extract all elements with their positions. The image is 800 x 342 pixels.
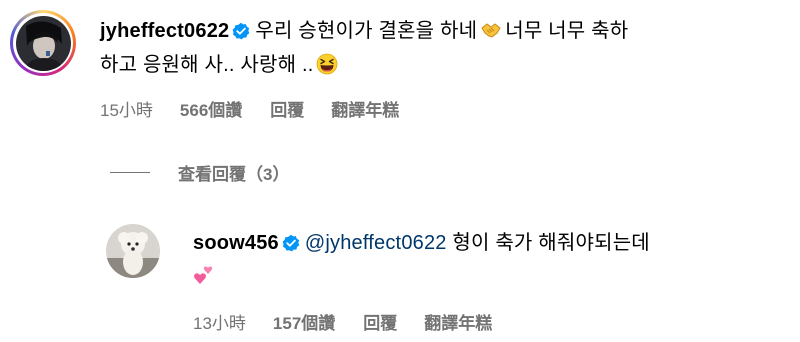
mention-link[interactable]: @jyheffect0622 [305, 232, 447, 254]
see-translation-button[interactable]: 翻譯年糕 [331, 96, 399, 121]
timestamp[interactable]: 15小時 [100, 96, 153, 121]
verified-badge-icon [282, 231, 300, 261]
view-replies-button[interactable]: 查看回覆（3） [110, 160, 289, 185]
likes-count-button[interactable]: 157個讚 [273, 309, 335, 334]
view-replies-label: 查看回覆（3） [178, 165, 290, 184]
comment-text-line-1: jyheffect0622 우리 승현이가 결혼을 하네 너무 너무 축하 [100, 16, 628, 50]
reply-button[interactable]: 回覆 [270, 96, 304, 121]
view-replies-divider [110, 172, 150, 173]
comment-body: jyheffect0622 우리 승현이가 결혼을 하네 너무 너무 축하 하고 응… [100, 16, 628, 121]
comment-text-line-2: 하고 응원해 사.. 사랑해 .. [100, 50, 628, 84]
story-ring-avatar[interactable] [10, 10, 76, 76]
comment-meta: 15小時 566個讚 回覆 翻譯年糕 [100, 96, 628, 121]
avatar-image [15, 15, 71, 71]
reply-text-line-1: soow456 @jyheffect0622 형이 축가 해줘야되는데 [193, 228, 650, 261]
username-link[interactable]: jyheffect0622 [100, 20, 229, 42]
timestamp[interactable]: 13小時 [193, 309, 246, 334]
see-translation-button[interactable]: 翻譯年糕 [424, 309, 492, 334]
avatar-image[interactable] [106, 224, 160, 278]
reply-item: soow456 @jyheffect0622 형이 축가 해줘야되는데 13小時 … [106, 222, 796, 334]
likes-count-button[interactable]: 566個讚 [180, 96, 242, 121]
handshake-emoji-icon [480, 19, 502, 50]
reply-button[interactable]: 回覆 [363, 309, 397, 334]
reply-body: soow456 @jyheffect0622 형이 축가 해줘야되는데 13小時 … [193, 228, 650, 334]
reply-text: 형이 축가 해줘야되는데 [452, 232, 650, 254]
reply-text-line-2 [193, 261, 650, 295]
comment-text-line2: 하고 응원해 사.. 사랑해 .. [100, 54, 314, 76]
comment-text: 우리 승현이가 결혼을 하네 [255, 20, 478, 42]
avatar-border [13, 13, 73, 73]
reply-meta: 13小時 157個讚 回覆 翻譯年糕 [193, 309, 650, 334]
comment-text-cont: 너무 너무 축하 [505, 20, 629, 42]
comment-item: jyheffect0622 우리 승현이가 결혼을 하네 너무 너무 축하 하고 응… [10, 10, 790, 121]
verified-badge-icon [232, 19, 250, 49]
two-hearts-emoji-icon [193, 264, 215, 295]
grinning-squinting-face-icon [316, 53, 338, 84]
username-link[interactable]: soow456 [193, 232, 279, 254]
